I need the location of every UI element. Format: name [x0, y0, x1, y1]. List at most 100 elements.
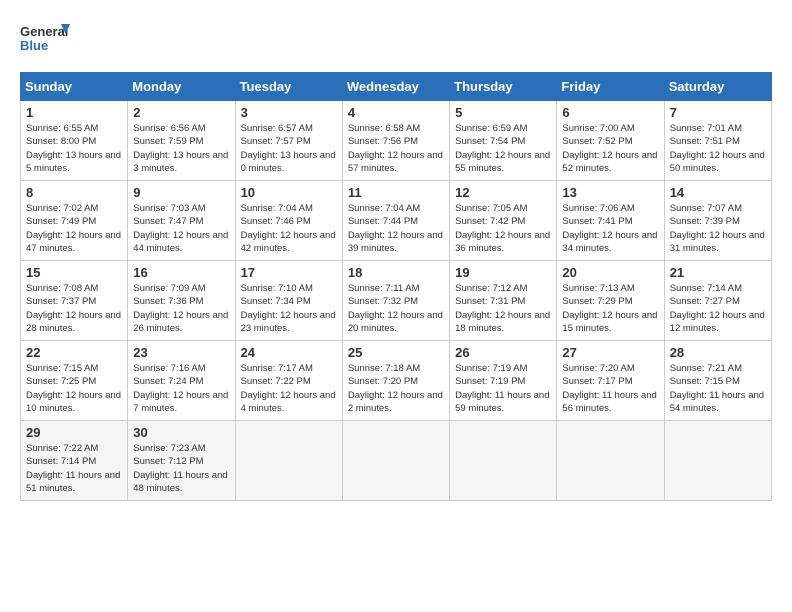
calendar-week-4: 22 Sunrise: 7:15 AMSunset: 7:25 PMDaylig… — [21, 341, 772, 421]
day-info: Sunrise: 7:23 AMSunset: 7:12 PMDaylight:… — [133, 442, 229, 495]
day-info: Sunrise: 7:01 AMSunset: 7:51 PMDaylight:… — [670, 122, 766, 175]
day-info: Sunrise: 6:55 AMSunset: 8:00 PMDaylight:… — [26, 122, 122, 175]
calendar-cell: 10 Sunrise: 7:04 AMSunset: 7:46 PMDaylig… — [235, 181, 342, 261]
day-info: Sunrise: 7:04 AMSunset: 7:46 PMDaylight:… — [241, 202, 337, 255]
svg-text:General: General — [20, 24, 68, 39]
calendar-cell: 28 Sunrise: 7:21 AMSunset: 7:15 PMDaylig… — [664, 341, 771, 421]
day-info: Sunrise: 7:05 AMSunset: 7:42 PMDaylight:… — [455, 202, 551, 255]
day-info: Sunrise: 7:16 AMSunset: 7:24 PMDaylight:… — [133, 362, 229, 415]
calendar-cell: 13 Sunrise: 7:06 AMSunset: 7:41 PMDaylig… — [557, 181, 664, 261]
calendar-cell: 3 Sunrise: 6:57 AMSunset: 7:57 PMDayligh… — [235, 101, 342, 181]
calendar-header-row: SundayMondayTuesdayWednesdayThursdayFrid… — [21, 73, 772, 101]
calendar-cell: 1 Sunrise: 6:55 AMSunset: 8:00 PMDayligh… — [21, 101, 128, 181]
day-number: 8 — [26, 185, 122, 200]
calendar-cell: 8 Sunrise: 7:02 AMSunset: 7:49 PMDayligh… — [21, 181, 128, 261]
day-number: 27 — [562, 345, 658, 360]
calendar-cell: 5 Sunrise: 6:59 AMSunset: 7:54 PMDayligh… — [450, 101, 557, 181]
header-sunday: Sunday — [21, 73, 128, 101]
calendar-cell: 23 Sunrise: 7:16 AMSunset: 7:24 PMDaylig… — [128, 341, 235, 421]
day-number: 11 — [348, 185, 444, 200]
calendar-cell: 4 Sunrise: 6:58 AMSunset: 7:56 PMDayligh… — [342, 101, 449, 181]
day-number: 13 — [562, 185, 658, 200]
day-info: Sunrise: 7:19 AMSunset: 7:19 PMDaylight:… — [455, 362, 551, 415]
day-number: 2 — [133, 105, 229, 120]
day-info: Sunrise: 7:13 AMSunset: 7:29 PMDaylight:… — [562, 282, 658, 335]
day-number: 20 — [562, 265, 658, 280]
day-info: Sunrise: 7:08 AMSunset: 7:37 PMDaylight:… — [26, 282, 122, 335]
day-number: 15 — [26, 265, 122, 280]
calendar-cell: 30 Sunrise: 7:23 AMSunset: 7:12 PMDaylig… — [128, 421, 235, 501]
calendar-cell: 24 Sunrise: 7:17 AMSunset: 7:22 PMDaylig… — [235, 341, 342, 421]
calendar-cell: 21 Sunrise: 7:14 AMSunset: 7:27 PMDaylig… — [664, 261, 771, 341]
calendar-cell — [235, 421, 342, 501]
day-number: 9 — [133, 185, 229, 200]
logo-svg: General Blue — [20, 20, 70, 62]
day-number: 6 — [562, 105, 658, 120]
day-number: 29 — [26, 425, 122, 440]
calendar-cell: 9 Sunrise: 7:03 AMSunset: 7:47 PMDayligh… — [128, 181, 235, 261]
day-number: 10 — [241, 185, 337, 200]
day-number: 17 — [241, 265, 337, 280]
day-number: 3 — [241, 105, 337, 120]
calendar-cell: 22 Sunrise: 7:15 AMSunset: 7:25 PMDaylig… — [21, 341, 128, 421]
header-monday: Monday — [128, 73, 235, 101]
day-number: 16 — [133, 265, 229, 280]
calendar-cell: 11 Sunrise: 7:04 AMSunset: 7:44 PMDaylig… — [342, 181, 449, 261]
day-number: 26 — [455, 345, 551, 360]
header-wednesday: Wednesday — [342, 73, 449, 101]
calendar-cell: 18 Sunrise: 7:11 AMSunset: 7:32 PMDaylig… — [342, 261, 449, 341]
day-info: Sunrise: 7:14 AMSunset: 7:27 PMDaylight:… — [670, 282, 766, 335]
day-number: 5 — [455, 105, 551, 120]
day-number: 12 — [455, 185, 551, 200]
calendar-week-3: 15 Sunrise: 7:08 AMSunset: 7:37 PMDaylig… — [21, 261, 772, 341]
day-info: Sunrise: 7:18 AMSunset: 7:20 PMDaylight:… — [348, 362, 444, 415]
day-number: 7 — [670, 105, 766, 120]
calendar-cell: 26 Sunrise: 7:19 AMSunset: 7:19 PMDaylig… — [450, 341, 557, 421]
calendar-cell: 25 Sunrise: 7:18 AMSunset: 7:20 PMDaylig… — [342, 341, 449, 421]
day-info: Sunrise: 7:00 AMSunset: 7:52 PMDaylight:… — [562, 122, 658, 175]
calendar-cell: 19 Sunrise: 7:12 AMSunset: 7:31 PMDaylig… — [450, 261, 557, 341]
calendar-cell: 27 Sunrise: 7:20 AMSunset: 7:17 PMDaylig… — [557, 341, 664, 421]
calendar-cell: 2 Sunrise: 6:56 AMSunset: 7:59 PMDayligh… — [128, 101, 235, 181]
day-info: Sunrise: 6:59 AMSunset: 7:54 PMDaylight:… — [455, 122, 551, 175]
day-info: Sunrise: 7:21 AMSunset: 7:15 PMDaylight:… — [670, 362, 766, 415]
page-header: General Blue — [20, 20, 772, 62]
day-number: 18 — [348, 265, 444, 280]
day-info: Sunrise: 7:10 AMSunset: 7:34 PMDaylight:… — [241, 282, 337, 335]
calendar-week-5: 29 Sunrise: 7:22 AMSunset: 7:14 PMDaylig… — [21, 421, 772, 501]
calendar-cell — [450, 421, 557, 501]
calendar-cell — [557, 421, 664, 501]
day-info: Sunrise: 6:57 AMSunset: 7:57 PMDaylight:… — [241, 122, 337, 175]
day-number: 28 — [670, 345, 766, 360]
calendar-week-2: 8 Sunrise: 7:02 AMSunset: 7:49 PMDayligh… — [21, 181, 772, 261]
calendar-cell: 16 Sunrise: 7:09 AMSunset: 7:36 PMDaylig… — [128, 261, 235, 341]
header-saturday: Saturday — [664, 73, 771, 101]
svg-text:Blue: Blue — [20, 38, 48, 53]
day-number: 14 — [670, 185, 766, 200]
header-tuesday: Tuesday — [235, 73, 342, 101]
day-info: Sunrise: 6:58 AMSunset: 7:56 PMDaylight:… — [348, 122, 444, 175]
calendar-cell: 29 Sunrise: 7:22 AMSunset: 7:14 PMDaylig… — [21, 421, 128, 501]
day-info: Sunrise: 7:15 AMSunset: 7:25 PMDaylight:… — [26, 362, 122, 415]
calendar-cell: 6 Sunrise: 7:00 AMSunset: 7:52 PMDayligh… — [557, 101, 664, 181]
calendar-cell: 14 Sunrise: 7:07 AMSunset: 7:39 PMDaylig… — [664, 181, 771, 261]
day-info: Sunrise: 7:20 AMSunset: 7:17 PMDaylight:… — [562, 362, 658, 415]
day-info: Sunrise: 6:56 AMSunset: 7:59 PMDaylight:… — [133, 122, 229, 175]
day-number: 30 — [133, 425, 229, 440]
day-number: 22 — [26, 345, 122, 360]
day-info: Sunrise: 7:11 AMSunset: 7:32 PMDaylight:… — [348, 282, 444, 335]
calendar-cell: 20 Sunrise: 7:13 AMSunset: 7:29 PMDaylig… — [557, 261, 664, 341]
header-friday: Friday — [557, 73, 664, 101]
day-info: Sunrise: 7:04 AMSunset: 7:44 PMDaylight:… — [348, 202, 444, 255]
day-info: Sunrise: 7:12 AMSunset: 7:31 PMDaylight:… — [455, 282, 551, 335]
calendar-table: SundayMondayTuesdayWednesdayThursdayFrid… — [20, 72, 772, 501]
calendar-cell — [342, 421, 449, 501]
header-thursday: Thursday — [450, 73, 557, 101]
day-number: 21 — [670, 265, 766, 280]
calendar-cell: 15 Sunrise: 7:08 AMSunset: 7:37 PMDaylig… — [21, 261, 128, 341]
day-number: 19 — [455, 265, 551, 280]
calendar-cell: 17 Sunrise: 7:10 AMSunset: 7:34 PMDaylig… — [235, 261, 342, 341]
calendar-cell: 12 Sunrise: 7:05 AMSunset: 7:42 PMDaylig… — [450, 181, 557, 261]
day-info: Sunrise: 7:06 AMSunset: 7:41 PMDaylight:… — [562, 202, 658, 255]
calendar-cell: 7 Sunrise: 7:01 AMSunset: 7:51 PMDayligh… — [664, 101, 771, 181]
